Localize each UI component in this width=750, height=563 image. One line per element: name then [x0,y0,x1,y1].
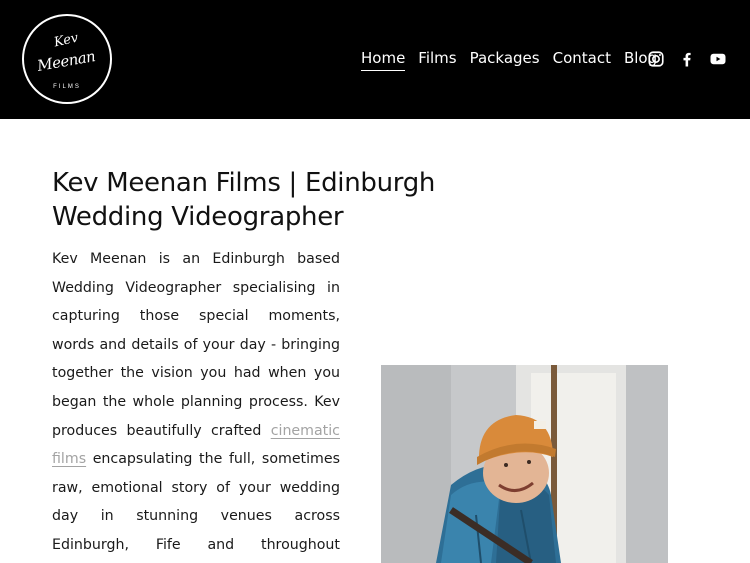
site-header: Kev Meenan FILMS Home Films Packages Con… [0,0,750,119]
instagram-icon[interactable] [647,50,665,68]
portrait-illustration [381,365,668,563]
social-links [647,50,727,68]
intro-text-start: Kev Meenan is an Edinburgh based Wedding… [52,251,340,439]
logo-kev-text: Kev [52,30,80,51]
intro-paragraph: Kev Meenan is an Edinburgh based Wedding… [52,245,340,563]
nav-packages[interactable]: Packages [470,49,540,71]
nav-home[interactable]: Home [361,49,406,71]
youtube-icon[interactable] [709,50,727,68]
kev-meenan-films-logo[interactable]: Kev Meenan FILMS [22,14,112,104]
logo-films-text: FILMS [53,84,81,90]
facebook-icon[interactable] [678,50,696,68]
nav-films[interactable]: Films [418,49,456,71]
nav-contact[interactable]: Contact [553,49,611,71]
portrait-photo [381,365,668,563]
page-title: Kev Meenan Films | Edinburgh Wedding Vid… [52,168,436,232]
intro-text-end: encapsulating the full, sometimes raw, e… [52,451,340,553]
main-navigation: Home Films Packages Contact Blog [361,49,657,71]
logo-meenan-text: Meenan [35,47,97,75]
